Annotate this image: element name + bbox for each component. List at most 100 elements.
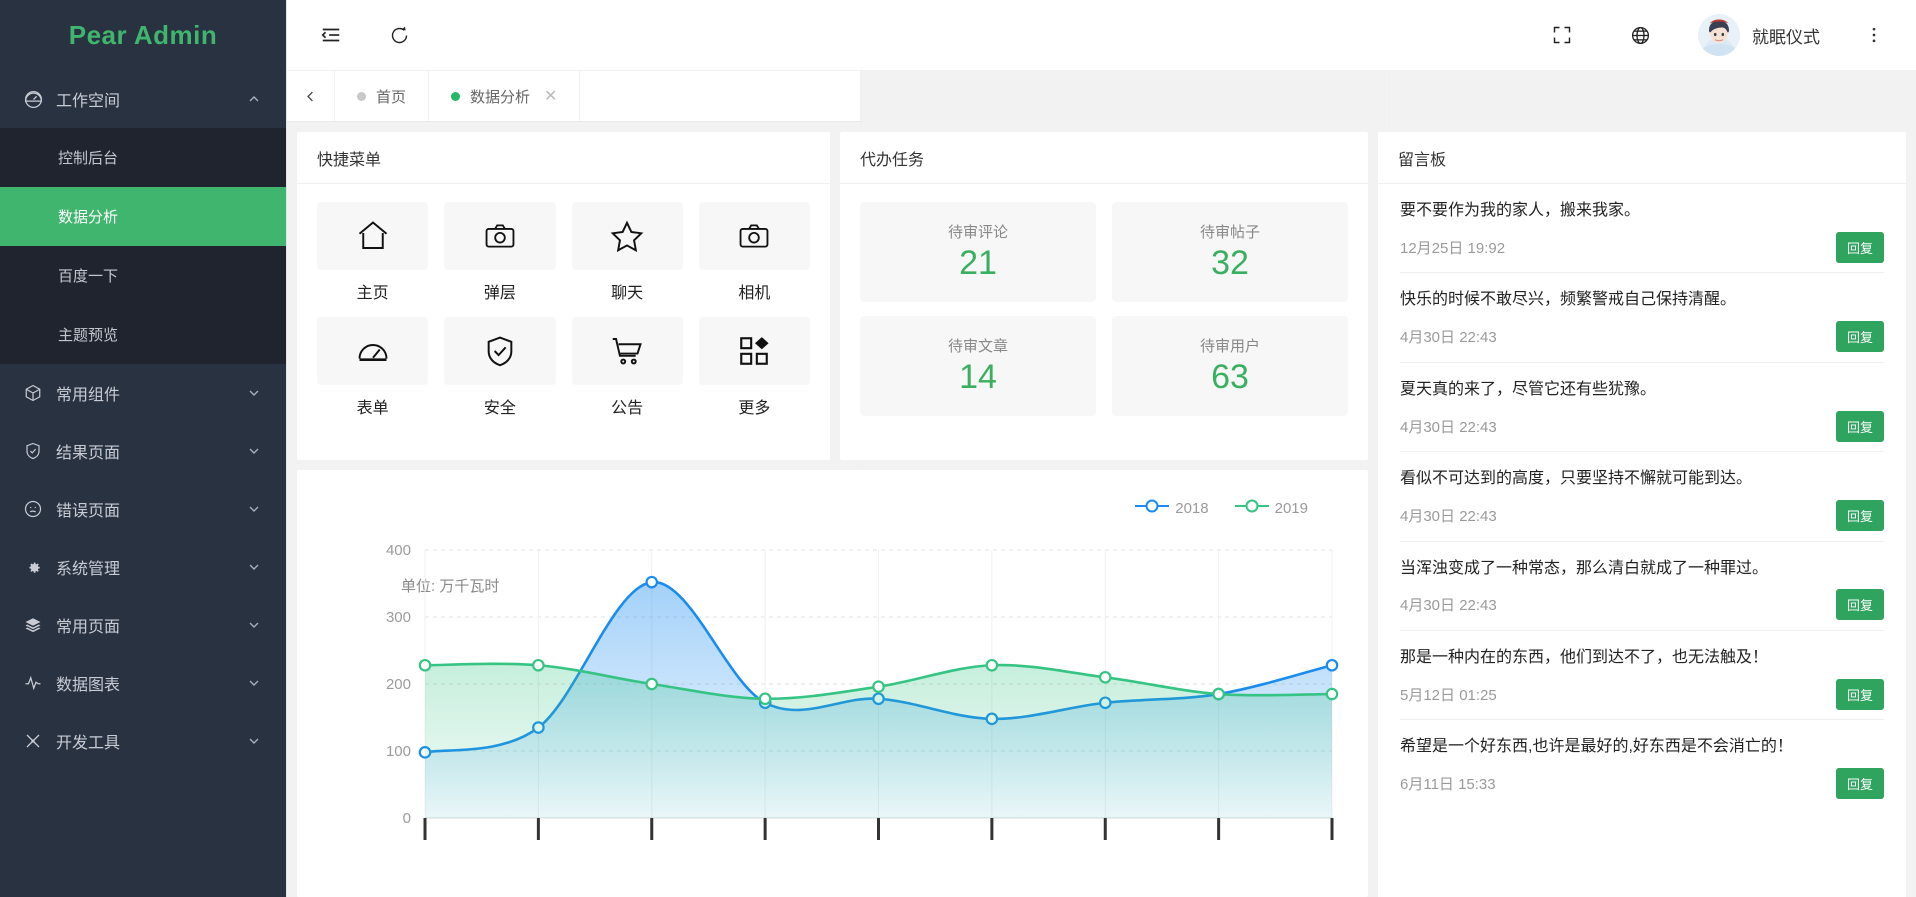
quick-item-form[interactable]: 表单 — [317, 317, 428, 418]
menu-fold-icon[interactable] — [309, 13, 353, 57]
message-meta: 4月30日 22:43 回复 — [1400, 501, 1884, 531]
message-time: 4月30日 22:43 — [1400, 594, 1836, 615]
sidebar-item-components[interactable]: 常用组件 — [0, 364, 286, 422]
chevron-down-icon — [246, 385, 262, 401]
tab-data-analysis[interactable]: 数据分析 ✕ — [429, 71, 580, 121]
todo-item-articles[interactable]: 待审文章 14 — [860, 316, 1096, 416]
message-text: 希望是一个好东西,也许是最好的,好东西是不会消亡的！ — [1400, 736, 1884, 758]
sidebar-item-baidu[interactable]: 百度一下 — [0, 246, 286, 305]
reply-button[interactable]: 回复 — [1836, 411, 1884, 442]
user-name: 就眠仪式 — [1752, 23, 1820, 48]
refresh-icon[interactable] — [377, 13, 421, 57]
message-meta: 12月25日 19:92 回复 — [1400, 232, 1884, 262]
todo-card: 代办任务 待审评论 21 待审帖子 32 — [840, 132, 1368, 460]
message-board-card: 留言板 要不要作为我的家人，搬来我家。 12月25日 19:92 回复 快乐的时… — [1378, 132, 1906, 897]
chevron-down-icon — [246, 733, 262, 749]
sidebar-item-label: 系统管理 — [56, 555, 246, 579]
quick-item-layer[interactable]: 弹层 — [444, 202, 555, 303]
reply-button[interactable]: 回复 — [1836, 232, 1884, 263]
sidebar-item-data-charts[interactable]: 数据图表 — [0, 654, 286, 712]
todo-body: 待审评论 21 待审帖子 32 待审文章 14 — [840, 184, 1368, 460]
chart-plot: 0100200300400 — [297, 470, 1368, 897]
sidebar-item-result-pages[interactable]: 结果页面 — [0, 422, 286, 480]
svg-text:100: 100 — [386, 743, 411, 760]
quick-item-label: 主页 — [357, 279, 389, 303]
sidebar: Pear Admin 工作空间 控制后台 数据分析 百度一下 主题预览 — [0, 0, 287, 897]
tabbar: 首页 数据分析 ✕ — [287, 70, 1916, 122]
sidebar-item-label: 错误页面 — [56, 497, 246, 521]
todo-item-value: 32 — [1211, 244, 1249, 283]
sidebar-item-system-management[interactable]: 系统管理 — [0, 538, 286, 596]
message-item: 希望是一个好东西,也许是最好的,好东西是不会消亡的！ 6月11日 15:33 回… — [1400, 720, 1884, 808]
todo-item-label: 待审帖子 — [1200, 221, 1260, 242]
quick-item-more[interactable]: 更多 — [699, 317, 810, 418]
svg-text:0: 0 — [403, 810, 411, 827]
camera-icon — [444, 202, 555, 270]
reply-button[interactable]: 回复 — [1836, 321, 1884, 352]
todo-item-comments[interactable]: 待审评论 21 — [860, 202, 1096, 302]
message-time: 4月30日 22:43 — [1400, 326, 1836, 347]
quick-item-camera[interactable]: 相机 — [699, 202, 810, 303]
user-menu[interactable]: 就眠仪式 — [1698, 14, 1820, 56]
globe-icon[interactable] — [1618, 13, 1662, 57]
svg-text:300: 300 — [386, 609, 411, 626]
todo-item-value: 63 — [1211, 358, 1249, 397]
quick-item-label: 相机 — [738, 279, 770, 303]
message-item: 那是一种内在的东西，他们到达不了，也无法触及！ 5月12日 01:25 回复 — [1400, 631, 1884, 720]
message-text: 夏天真的来了，尽管它还有些犹豫。 — [1400, 379, 1884, 401]
sidebar-group-workspace[interactable]: 工作空间 — [0, 70, 286, 128]
camera-icon — [699, 202, 810, 270]
quick-item-home[interactable]: 主页 — [317, 202, 428, 303]
quick-menu-title: 快捷菜单 — [297, 132, 830, 184]
message-meta: 4月30日 22:43 回复 — [1400, 590, 1884, 620]
fullscreen-icon[interactable] — [1540, 13, 1584, 57]
chart-card: 2018 2019 — [297, 470, 1368, 897]
message-item: 夏天真的来了，尽管它还有些犹豫。 4月30日 22:43 回复 — [1400, 363, 1884, 452]
message-text: 那是一种内在的东西，他们到达不了，也无法触及！ — [1400, 647, 1884, 669]
tab-label: 数据分析 — [470, 86, 530, 107]
sidebar-item-label: 结果页面 — [56, 439, 246, 463]
sidebar-item-label: 开发工具 — [56, 729, 246, 753]
close-icon[interactable]: ✕ — [544, 86, 557, 106]
cube-icon — [24, 384, 50, 402]
todo-item-label: 待审文章 — [948, 335, 1008, 356]
sad-face-icon — [24, 500, 50, 518]
reply-button[interactable]: 回复 — [1836, 589, 1884, 620]
reply-button[interactable]: 回复 — [1836, 500, 1884, 531]
message-meta: 4月30日 22:43 回复 — [1400, 322, 1884, 352]
sidebar-item-label: 常用组件 — [56, 381, 246, 405]
sidebar-item-common-pages[interactable]: 常用页面 — [0, 596, 286, 654]
more-vertical-icon[interactable] — [1854, 25, 1894, 45]
chevron-down-icon — [246, 675, 262, 691]
avatar — [1698, 14, 1740, 56]
quick-item-label: 表单 — [357, 394, 389, 418]
reply-button[interactable]: 回复 — [1836, 679, 1884, 710]
message-meta: 4月30日 22:43 回复 — [1400, 411, 1884, 441]
tab-home[interactable]: 首页 — [335, 71, 429, 121]
star-icon — [572, 202, 683, 270]
dashboard-icon — [24, 90, 50, 109]
todo-item-users[interactable]: 待审用户 63 — [1112, 316, 1348, 416]
sidebar-item-data-analysis[interactable]: 数据分析 — [0, 187, 286, 246]
tab-scroll-left-button[interactable] — [287, 71, 335, 121]
sidebar-group-label: 工作空间 — [56, 87, 246, 111]
message-board-title: 留言板 — [1378, 132, 1906, 184]
todo-item-posts[interactable]: 待审帖子 32 — [1112, 202, 1348, 302]
svg-text:400: 400 — [386, 542, 411, 559]
brand-logo: Pear Admin — [0, 0, 286, 70]
quick-item-security[interactable]: 安全 — [444, 317, 555, 418]
message-item: 看似不可达到的高度，只要坚持不懈就可能到达。 4月30日 22:43 回复 — [1400, 452, 1884, 541]
sidebar-item-console[interactable]: 控制后台 — [0, 128, 286, 187]
sidebar-item-dev-tools[interactable]: 开发工具 — [0, 712, 286, 770]
tab-empty-space — [580, 71, 861, 121]
sidebar-item-theme-preview[interactable]: 主题预览 — [0, 305, 286, 364]
message-meta: 6月11日 15:33 回复 — [1400, 769, 1884, 799]
quick-item-chat[interactable]: 聊天 — [572, 202, 683, 303]
message-time: 6月11日 15:33 — [1400, 773, 1836, 794]
quick-item-label: 聊天 — [611, 279, 643, 303]
todo-grid: 待审评论 21 待审帖子 32 待审文章 14 — [860, 202, 1348, 416]
message-list[interactable]: 要不要作为我的家人，搬来我家。 12月25日 19:92 回复 快乐的时候不敢尽… — [1378, 184, 1906, 897]
quick-item-announcement[interactable]: 公告 — [572, 317, 683, 418]
sidebar-item-error-pages[interactable]: 错误页面 — [0, 480, 286, 538]
reply-button[interactable]: 回复 — [1836, 768, 1884, 799]
